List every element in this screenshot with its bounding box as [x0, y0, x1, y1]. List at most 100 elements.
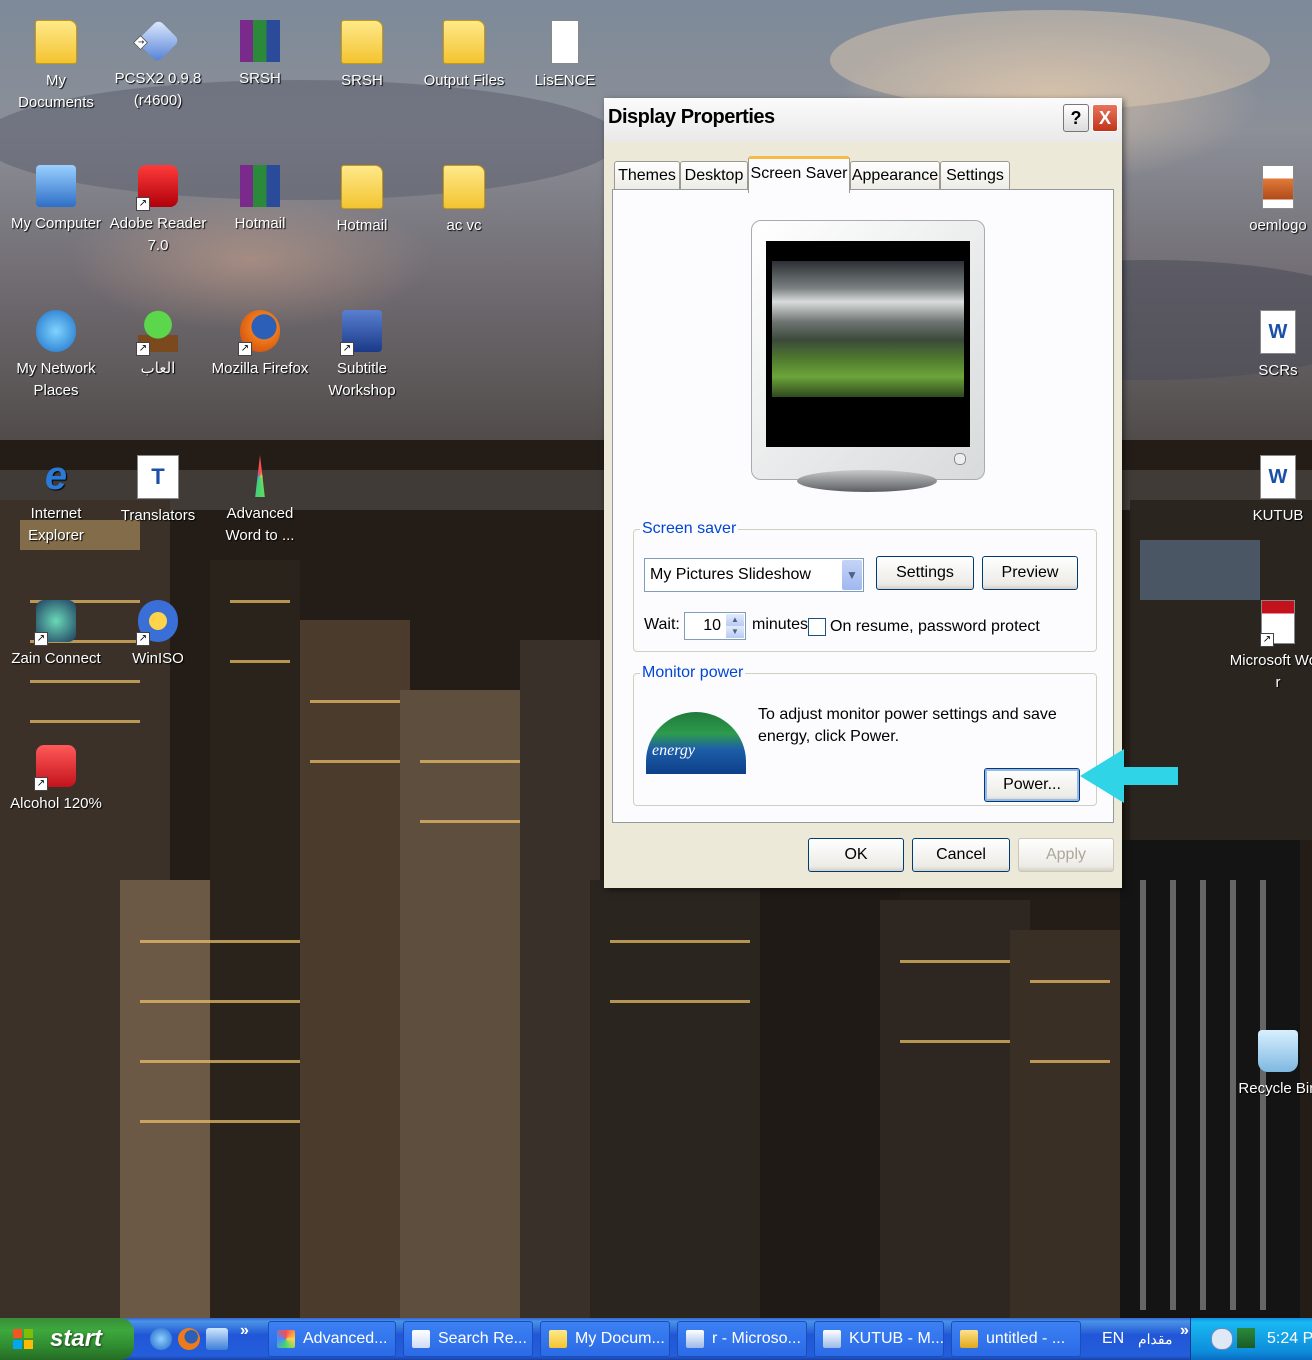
- desktop-icon-advanced-word[interactable]: Advanced Word to ...: [210, 455, 310, 547]
- system-tray: 5:24 PM: [1190, 1318, 1312, 1360]
- desktop-icon-microsoft-word[interactable]: Microsoft Wo - r: [1228, 600, 1312, 694]
- task-my-documents[interactable]: My Docum...: [540, 1321, 670, 1357]
- quicklaunch-firefox-icon[interactable]: [178, 1328, 200, 1350]
- desktop-icon-translators[interactable]: T Translators: [108, 455, 208, 527]
- task-label: My Docum...: [575, 1330, 665, 1347]
- tray-chevron-icon[interactable]: »: [1180, 1310, 1189, 1352]
- start-label: start: [50, 1325, 103, 1352]
- start-button[interactable]: start: [0, 1318, 134, 1360]
- folder-icon: [443, 20, 485, 64]
- clock[interactable]: 5:24 PM: [1267, 1318, 1312, 1360]
- pcsx2-icon: [136, 19, 180, 63]
- desktop-icon-zain-connect[interactable]: Zain Connect: [6, 600, 106, 670]
- desktop-icon-my-documents[interactable]: My Documents: [6, 20, 106, 114]
- word-document-icon: [823, 1330, 841, 1348]
- desktop-icon-oemlogo[interactable]: oemlogo: [1228, 165, 1312, 237]
- password-protect-checkbox[interactable]: [808, 618, 826, 636]
- tab-settings[interactable]: Settings: [940, 161, 1010, 190]
- quicklaunch-chevron-icon[interactable]: »: [240, 1310, 249, 1352]
- energy-star-logo-text: energy: [652, 742, 695, 759]
- chevron-down-icon[interactable]: ▼: [842, 560, 862, 590]
- power-button[interactable]: Power...: [984, 768, 1080, 802]
- desktop-icon-pcsx2[interactable]: PCSX2 0.9.8 (r4600): [108, 19, 208, 112]
- desktop-icon-adobe-reader[interactable]: Adobe Reader 7.0: [108, 165, 208, 257]
- close-button[interactable]: X: [1092, 104, 1118, 132]
- adobe-reader-icon: [136, 165, 178, 211]
- windows-flag-icon: [13, 1329, 33, 1349]
- preview-button[interactable]: Preview: [982, 556, 1078, 590]
- desktop-icon-hotmail-folder[interactable]: Hotmail: [312, 165, 412, 237]
- ies-tray-icon[interactable]: [1237, 1328, 1255, 1348]
- subtitle-workshop-icon: [340, 310, 382, 356]
- desktop-icon-winiso[interactable]: WinISO: [108, 600, 208, 670]
- dialog-titlebar[interactable]: Display Properties ? X: [604, 98, 1122, 142]
- folder-icon: [549, 1330, 567, 1348]
- task-advanced[interactable]: Advanced...: [268, 1321, 396, 1357]
- desktop-icon-hotmail-archive[interactable]: Hotmail: [210, 165, 310, 235]
- desktop-icon-output-files[interactable]: Output Files: [414, 20, 514, 92]
- tab-themes[interactable]: Themes: [614, 161, 680, 190]
- task-label: KUTUB - M...: [849, 1330, 944, 1347]
- spin-down-icon[interactable]: ▼: [726, 626, 744, 638]
- password-protect-label[interactable]: On resume, password protect: [830, 618, 1040, 636]
- monitor-screen: [766, 241, 970, 447]
- task-word-kutub[interactable]: KUTUB - M...: [814, 1321, 944, 1357]
- quicklaunch-ie-icon[interactable]: [150, 1328, 172, 1350]
- winiso-icon: [136, 600, 178, 646]
- ok-button[interactable]: OK: [808, 838, 904, 872]
- desktop-icon-my-computer[interactable]: My Computer: [6, 165, 106, 235]
- desktop-icon-kutub[interactable]: W KUTUB: [1228, 455, 1312, 527]
- monitor-bezel: [751, 220, 985, 480]
- paint-icon: [960, 1330, 978, 1348]
- text-document-icon: [551, 20, 579, 64]
- folder-icon: [443, 165, 485, 209]
- screen-saver-settings-button[interactable]: Settings: [876, 556, 974, 590]
- desktop-icon-ac-vc[interactable]: ac vc: [414, 165, 514, 237]
- monitor-preview: [751, 220, 985, 492]
- advanced-word-icon: [277, 1330, 295, 1348]
- display-properties-dialog: Display Properties ? X Themes Desktop Sc…: [604, 98, 1122, 888]
- desktop-icon-alcohol-120[interactable]: Alcohol 120%: [6, 745, 106, 815]
- task-paint-untitled[interactable]: untitled - ...: [951, 1321, 1081, 1357]
- search-window-icon: [412, 1330, 430, 1348]
- language-indicator[interactable]: EN: [1102, 1318, 1124, 1360]
- task-label: untitled - ...: [986, 1330, 1066, 1347]
- tab-desktop[interactable]: Desktop: [680, 161, 748, 190]
- network-places-icon: [36, 310, 76, 352]
- desktop-icon-mozilla-firefox[interactable]: Mozilla Firefox: [210, 310, 310, 380]
- annotation-arrow-icon: [1080, 749, 1178, 803]
- recycle-bin-icon: [1258, 1030, 1298, 1072]
- screen-saver-select[interactable]: My Pictures Slideshow ▼: [644, 558, 864, 592]
- desktop-icon-lisence[interactable]: LisENCE: [515, 20, 615, 92]
- minutes-label: minutes: [752, 616, 809, 633]
- desktop-icon-internet-explorer[interactable]: e Internet Explorer: [6, 455, 106, 547]
- desktop-icon-subtitle-workshop[interactable]: Subtitle Workshop: [312, 310, 412, 402]
- folder-icon: [341, 20, 383, 64]
- taskbar: start » Advanced... Search Re... My Docu…: [0, 1318, 1312, 1360]
- desktop-icon-srsh-2[interactable]: SRSH: [312, 20, 412, 92]
- tab-screen-saver[interactable]: Screen Saver: [748, 156, 850, 193]
- spin-up-icon[interactable]: ▲: [726, 614, 744, 626]
- quicklaunch-desktop-icon[interactable]: [206, 1328, 228, 1350]
- desktop-icon-scrs[interactable]: W SCRs: [1228, 310, 1312, 382]
- wait-minutes-spinner[interactable]: 10 ▲ ▼: [684, 612, 746, 640]
- task-search-results[interactable]: Search Re...: [403, 1321, 533, 1357]
- monitor-power-group: Monitor power energy To adjust monitor p…: [633, 664, 1097, 806]
- advanced-word-icon: [255, 455, 265, 497]
- keyboard-layout-label[interactable]: مقدام: [1138, 1318, 1173, 1360]
- task-word-r[interactable]: r - Microso...: [677, 1321, 807, 1357]
- tree-icon: [136, 310, 178, 356]
- help-button[interactable]: ?: [1063, 104, 1089, 132]
- desktop-icon-srsh-1[interactable]: SRSH: [210, 20, 310, 90]
- task-label: Advanced...: [303, 1330, 388, 1347]
- desktop-icon-games[interactable]: العاب: [108, 310, 208, 380]
- desktop-icon-recycle-bin[interactable]: Recycle Bin: [1228, 1030, 1312, 1100]
- my-computer-icon: [36, 165, 76, 207]
- show-hidden-icons-icon[interactable]: [1211, 1328, 1233, 1350]
- monitor-power-description: To adjust monitor power settings and sav…: [758, 706, 1057, 745]
- desktop-icon-my-network-places[interactable]: My Network Places: [6, 310, 106, 402]
- apply-button: Apply: [1018, 838, 1114, 872]
- tab-appearance[interactable]: Appearance: [850, 161, 940, 190]
- cancel-button[interactable]: Cancel: [912, 838, 1010, 872]
- my-documents-icon: [35, 20, 77, 64]
